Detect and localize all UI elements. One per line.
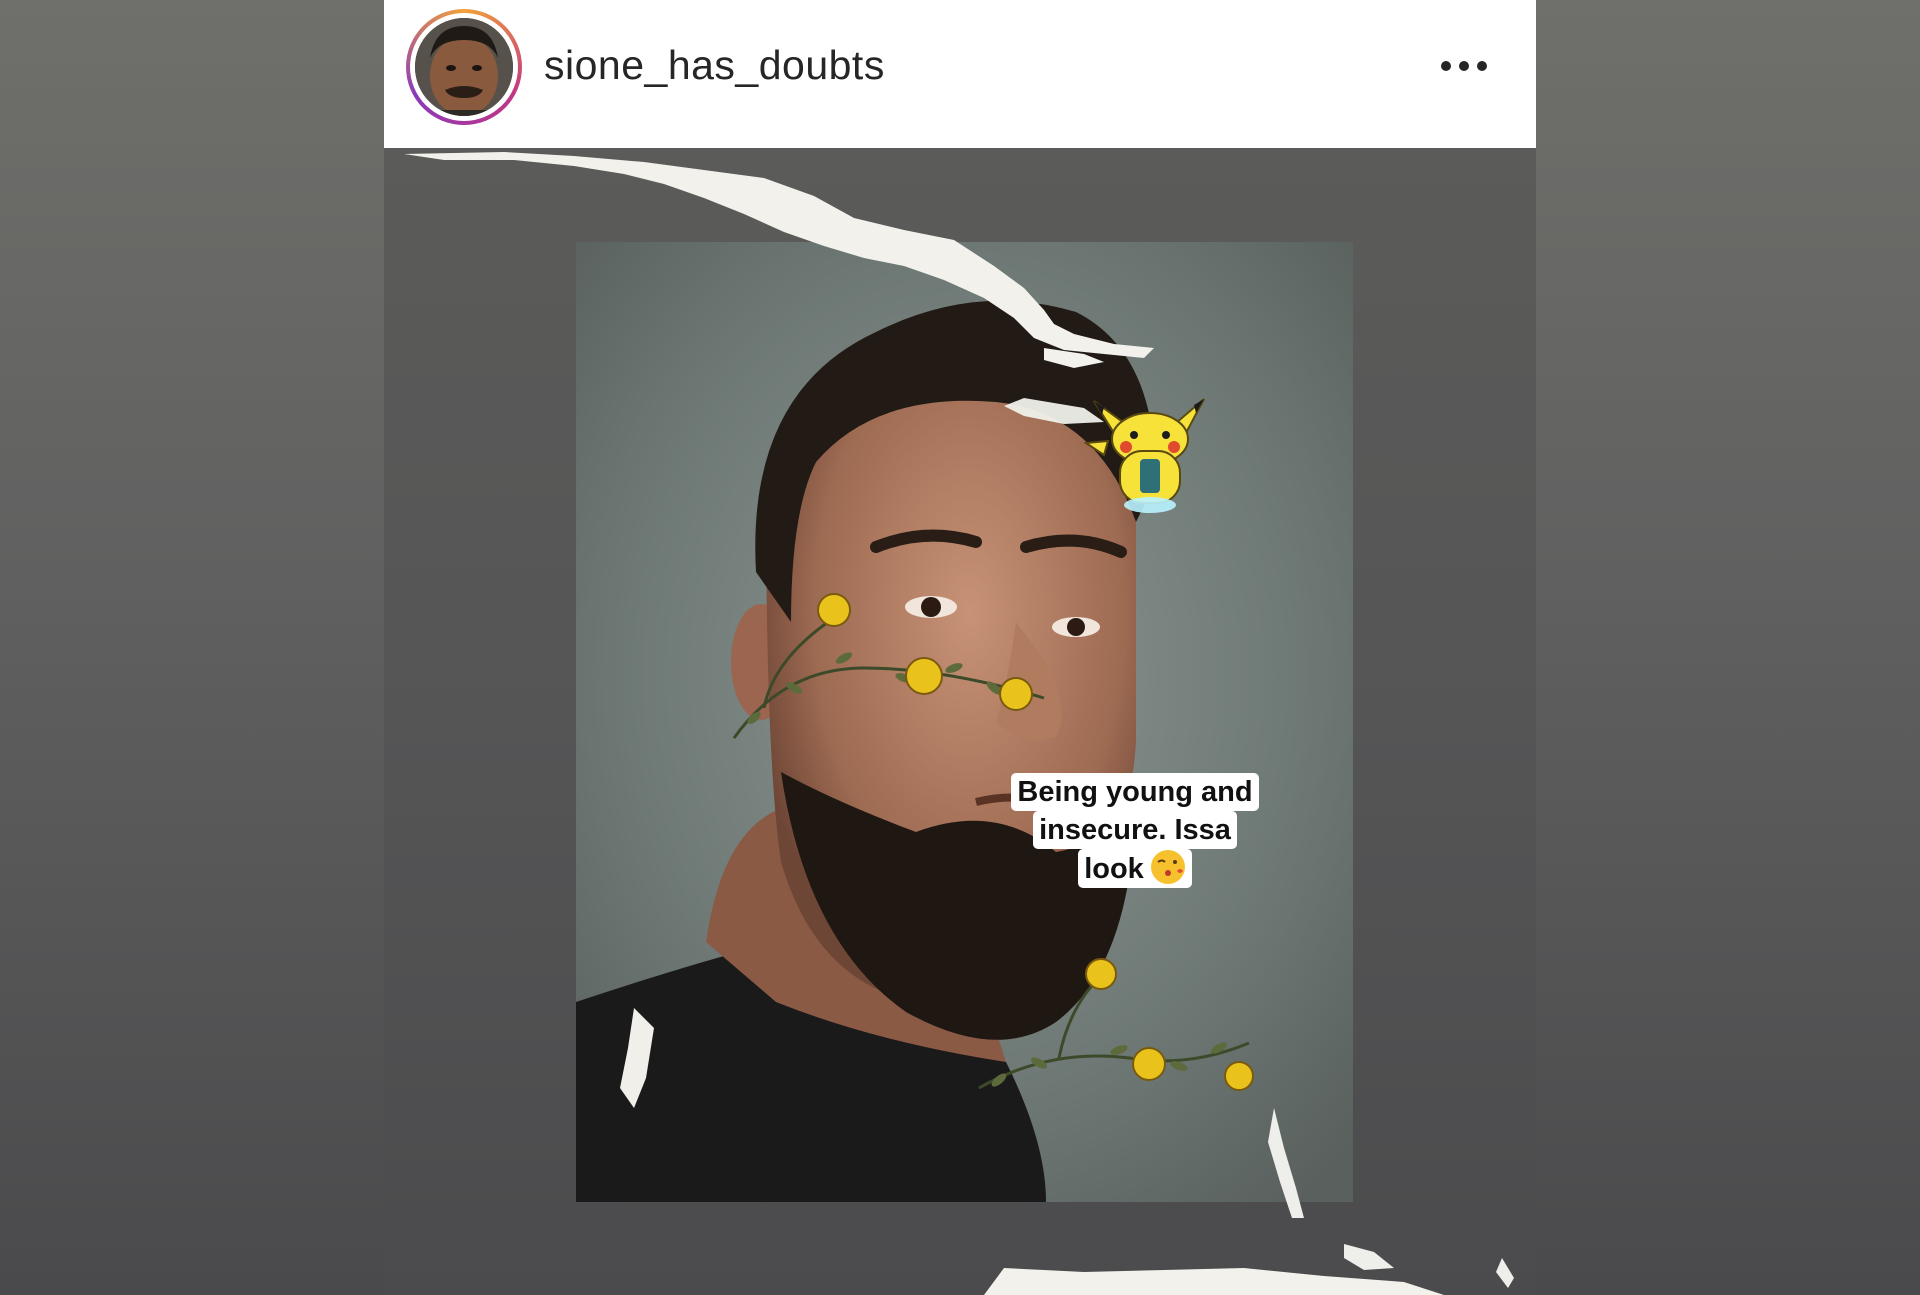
post-header: sione_has_doubts	[384, 0, 1536, 148]
avatar	[415, 18, 513, 116]
post-media[interactable]: Being young and insecure. Issa look	[384, 148, 1536, 1295]
more-options-button[interactable]	[1434, 48, 1494, 84]
torn-paper-effect	[404, 152, 1514, 1295]
username-link[interactable]: sione_has_doubts	[544, 42, 885, 89]
profile-avatar-button[interactable]	[406, 9, 522, 125]
more-horizontal-icon	[1441, 61, 1487, 71]
